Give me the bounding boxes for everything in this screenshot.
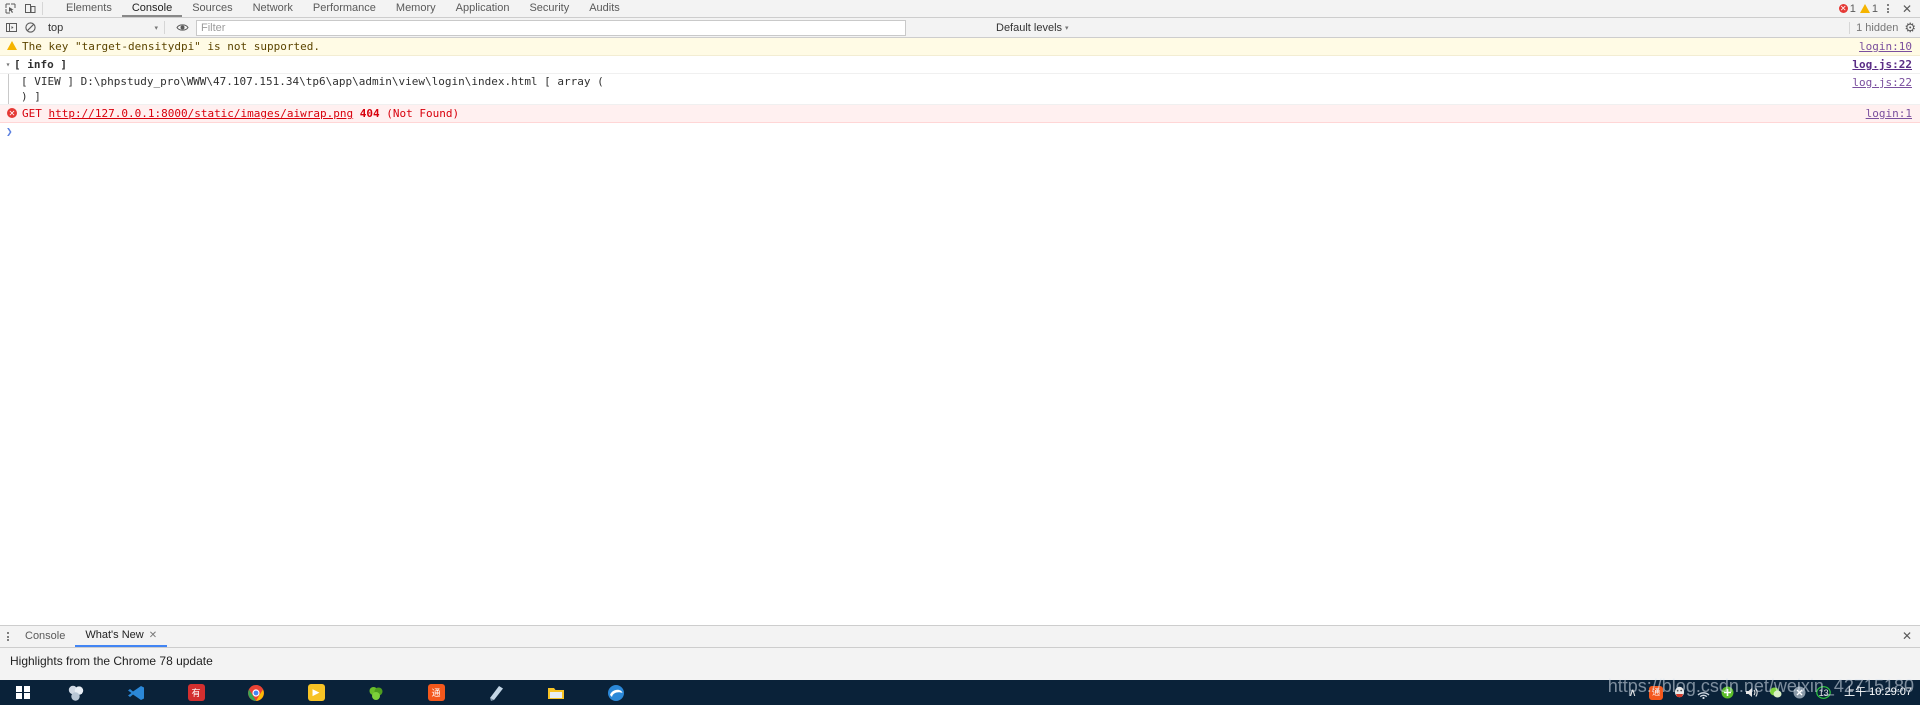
request-url[interactable]: http://127.0.0.1:8000/static/images/aiwr… — [49, 107, 354, 120]
error-count-badge[interactable]: ✕ 1 — [1838, 2, 1856, 15]
devtools-drawer: Console What's New ✕ ✕ Highlights from t… — [0, 625, 1920, 680]
console-filter-input[interactable] — [196, 19, 906, 36]
taskbar-app-youdao[interactable]: 有 — [166, 680, 226, 705]
gear-icon[interactable]: ⚙ — [1904, 20, 1916, 36]
tab-audits[interactable]: Audits — [579, 0, 630, 17]
live-expression-icon[interactable] — [175, 20, 190, 35]
tab-memory[interactable]: Memory — [386, 0, 446, 17]
tab-security[interactable]: Security — [519, 0, 579, 17]
drawer-tab-label: What's New — [85, 629, 144, 641]
console-message-error[interactable]: ✕ GET http://127.0.0.1:8000/static/image… — [0, 105, 1920, 123]
drawer-tab-console[interactable]: Console — [15, 626, 75, 647]
console-prompt[interactable]: ❯ — [0, 123, 1920, 140]
log-levels-dropdown[interactable]: Default levels ▾ — [996, 22, 1069, 34]
devtools-status-area: ✕ 1 1 ✕ — [1838, 0, 1916, 17]
toolbar-divider — [42, 2, 43, 15]
console-toolbar-right: 1 hidden ⚙ — [1849, 18, 1916, 37]
console-error-line: GET http://127.0.0.1:8000/static/images/… — [18, 106, 459, 121]
execution-context-select[interactable]: top ▾ — [48, 22, 158, 34]
console-message-source[interactable]: log.js:22 — [1852, 57, 1912, 72]
taskbar-app-editor[interactable] — [466, 680, 526, 705]
devtools-window: Elements Console Sources Network Perform… — [0, 0, 1920, 680]
device-toolbar-icon[interactable] — [23, 1, 38, 16]
close-devtools-icon[interactable]: ✕ — [1898, 2, 1916, 16]
tab-sources[interactable]: Sources — [182, 0, 242, 17]
warning-icon — [1859, 4, 1870, 13]
taskbar-app-explorer[interactable] — [526, 680, 586, 705]
console-group-title: [ info ] — [14, 58, 67, 71]
execution-context-value: top — [48, 21, 64, 34]
taskbar-app-navicat[interactable] — [346, 680, 406, 705]
tab-console[interactable]: Console — [121, 0, 183, 17]
console-filter-toolbar: top ▾ Default levels ▾ 1 hidden ⚙ — [0, 18, 1920, 38]
toolbar-divider-3 — [1849, 21, 1851, 34]
taskbar-apps: 有 ▶ 通 — [46, 680, 646, 705]
tab-application[interactable]: Application — [446, 0, 520, 17]
console-message-group[interactable]: ▾ [ info ] log.js:22 — [0, 56, 1920, 74]
console-group-line-1: [ VIEW ] D:\phpstudy_pro\WWW\47.107.151.… — [21, 75, 604, 88]
console-message-source[interactable]: login:1 — [1866, 106, 1912, 121]
youdao-icon: 有 — [187, 684, 205, 701]
error-icon: ✕ — [1838, 3, 1848, 13]
tongyong-icon: 通 — [427, 684, 445, 701]
console-message-source[interactable]: login:10 — [1859, 39, 1912, 54]
console-group-line-2: ) ] — [21, 90, 41, 103]
console-message-warning[interactable]: The key "target-densitydpi" is not suppo… — [0, 38, 1920, 56]
close-icon[interactable]: ✕ — [149, 625, 157, 646]
start-button[interactable] — [0, 680, 46, 705]
taskbar-app-chrome[interactable] — [226, 680, 286, 705]
devtools-main-tabstrip: Elements Console Sources Network Perform… — [0, 0, 1920, 18]
taskbar-app-potplayer[interactable]: ▶ — [286, 680, 346, 705]
drawer-close-icon[interactable]: ✕ — [1902, 629, 1912, 643]
taskbar-app-vscode[interactable] — [106, 680, 166, 705]
tab-network[interactable]: Network — [243, 0, 303, 17]
chevron-down-icon-group[interactable]: ▾ — [2, 60, 14, 69]
prompt-caret-icon: ❯ — [6, 125, 13, 138]
taskbar-app-tongyong[interactable]: 通 — [406, 680, 466, 705]
log-levels-label: Default levels — [996, 21, 1063, 34]
devtools-left-icons — [0, 1, 38, 16]
console-message-source[interactable]: log.js:22 — [1852, 75, 1912, 90]
drawer-tabstrip: Console What's New ✕ ✕ — [0, 626, 1920, 648]
potplayer-icon: ▶ — [307, 684, 325, 701]
console-message-text: The key "target-densitydpi" is not suppo… — [22, 40, 321, 53]
console-sidebar-icon[interactable] — [4, 20, 19, 35]
whats-new-title: Highlights from the Chrome 78 update — [10, 654, 213, 668]
status-code: 404 — [359, 107, 380, 120]
more-options-icon[interactable] — [1882, 4, 1894, 13]
csdn-watermark: https://blog.csdn.net/weixin_42715180 — [1607, 676, 1914, 696]
tab-elements[interactable]: Elements — [56, 0, 122, 17]
toolbar-divider-2 — [164, 21, 165, 34]
taskbar-app-photoshop[interactable] — [46, 680, 106, 705]
error-icon: ✕ — [7, 108, 17, 118]
request-method: GET — [22, 107, 42, 120]
status-text: (Not Found) — [386, 107, 460, 120]
warning-icon — [6, 41, 18, 50]
clear-console-icon[interactable] — [23, 20, 38, 35]
chevron-down-icon-2: ▾ — [1065, 24, 1069, 32]
tab-performance[interactable]: Performance — [303, 0, 386, 17]
drawer-more-options-icon[interactable] — [0, 632, 15, 641]
console-message-group-body[interactable]: [ VIEW ] D:\phpstudy_pro\WWW\47.107.151.… — [0, 74, 1920, 105]
drawer-tab-whats-new[interactable]: What's New ✕ — [75, 625, 168, 647]
devtools-tabs: Elements Console Sources Network Perform… — [56, 0, 630, 17]
hidden-messages-label[interactable]: 1 hidden — [1856, 22, 1898, 34]
taskbar-app-edge[interactable] — [586, 680, 646, 705]
screen: Elements Console Sources Network Perform… — [0, 0, 1920, 705]
windows-logo-icon — [16, 685, 30, 700]
warning-count-label: 1 — [1871, 2, 1878, 15]
chevron-down-icon: ▾ — [154, 24, 158, 32]
console-message-list: The key "target-densitydpi" is not suppo… — [0, 38, 1920, 548]
warning-count-badge[interactable]: 1 — [1859, 2, 1878, 15]
inspect-element-icon[interactable] — [3, 1, 18, 16]
error-count-label: 1 — [1849, 2, 1856, 15]
